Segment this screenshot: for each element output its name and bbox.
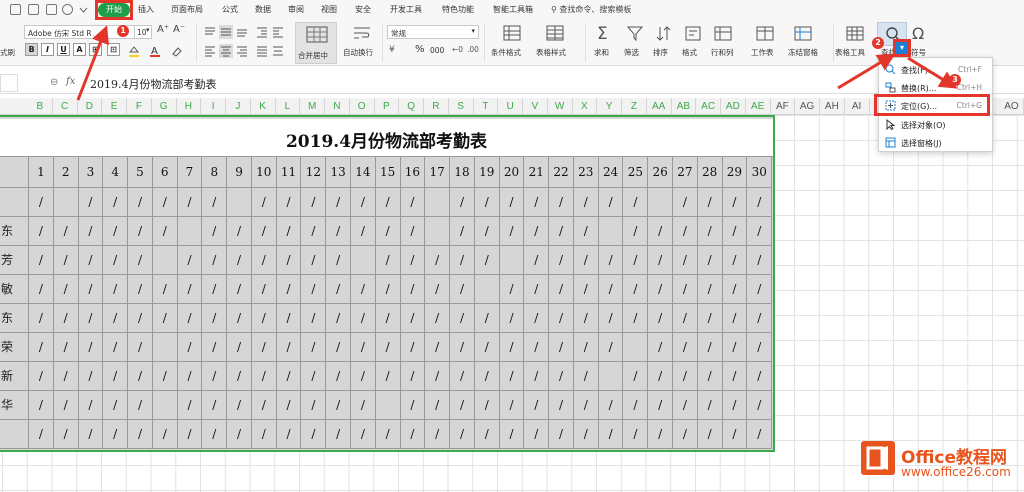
highlight-find-dropdown (893, 39, 911, 57)
highlight-goto-item (874, 94, 990, 116)
step-badge-3: 3 (949, 74, 961, 86)
spreadsheet-app: 开始 插入 页面布局 公式 数据 审阅 视图 安全 开发工具 特色功能 智能工具… (0, 0, 1024, 492)
watermark-url: www.office26.com (901, 465, 1011, 479)
office-logo (861, 441, 895, 475)
watermark: Office教程网 www.office26.com (861, 441, 1021, 491)
step-badge-2: 2 (872, 37, 884, 49)
annotation-arrows (76, 25, 958, 101)
step-badge-1: 1 (117, 25, 129, 37)
highlight-home-tab (95, 0, 133, 20)
